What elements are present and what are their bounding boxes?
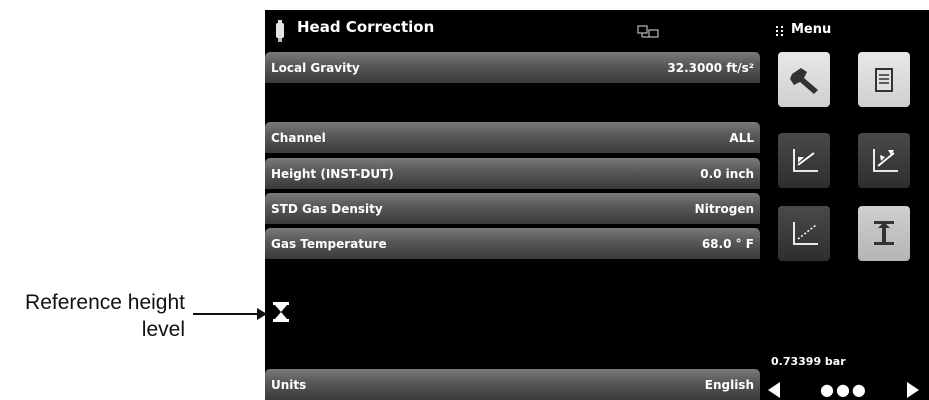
menu-label: Menu [791, 22, 832, 37]
page-title: Head Correction [297, 18, 435, 36]
local-gravity-value: 32.3000 ft/s² [667, 61, 754, 75]
reference-height-marker-icon [273, 302, 289, 322]
height-value: 0.0 inch [700, 167, 754, 181]
instrument-screen: Head Correction Local Gravity 32.3000 ft… [265, 10, 929, 400]
callout-line [193, 313, 259, 315]
wrench-icon [790, 68, 818, 94]
chart-line-tile[interactable] [778, 206, 830, 261]
gas-temperature-row[interactable]: Gas Temperature 68.0 ° F [265, 228, 760, 259]
callout-label-line1: Reference height [25, 291, 185, 314]
callout-label: Reference height level [25, 289, 185, 343]
local-gravity-label: Local Gravity [271, 61, 360, 75]
document-icon [875, 68, 893, 92]
settings-tile[interactable] [778, 52, 830, 107]
page-indicator: ●●● [820, 380, 868, 399]
gas-density-value: Nitrogen [694, 202, 754, 216]
units-label: Units [271, 378, 307, 392]
local-gravity-row[interactable]: Local Gravity 32.3000 ft/s² [265, 52, 760, 83]
height-label: Height (INST-DUT) [271, 167, 394, 181]
units-row[interactable]: Units English [265, 369, 760, 400]
chart-down-icon [793, 149, 818, 172]
chart-edit-icon [873, 149, 898, 172]
head-correction-tile[interactable] [858, 206, 910, 261]
callout-label-line2: level [141, 318, 185, 341]
gas-density-label: STD Gas Density [271, 202, 383, 216]
page-navigation: ●●● [760, 372, 929, 400]
document-tile[interactable] [858, 52, 910, 107]
transducer-icon [276, 20, 284, 42]
remote-connection-icon [637, 25, 659, 38]
gas-temperature-value: 68.0 ° F [701, 237, 754, 251]
gas-density-row[interactable]: STD Gas Density Nitrogen [265, 193, 760, 224]
previous-page-icon[interactable] [768, 382, 780, 398]
chart-down-tile[interactable] [778, 133, 830, 188]
head-correction-icon [874, 221, 894, 245]
channel-value: ALL [729, 131, 754, 145]
menu-grid-icon [776, 26, 783, 36]
chart-line-icon [793, 222, 818, 245]
units-value: English [704, 378, 754, 392]
channel-label: Channel [271, 131, 326, 145]
pressure-reading: 0.73399 bar [771, 355, 846, 368]
gas-temperature-label: Gas Temperature [271, 237, 387, 251]
channel-row[interactable]: Channel ALL [265, 122, 760, 153]
next-page-icon[interactable] [907, 382, 919, 398]
chart-edit-tile[interactable] [858, 133, 910, 188]
title-bar: Head Correction [265, 10, 760, 50]
reference-callout: Reference height level [0, 0, 267, 400]
height-row[interactable]: Height (INST-DUT) 0.0 inch [265, 158, 760, 189]
